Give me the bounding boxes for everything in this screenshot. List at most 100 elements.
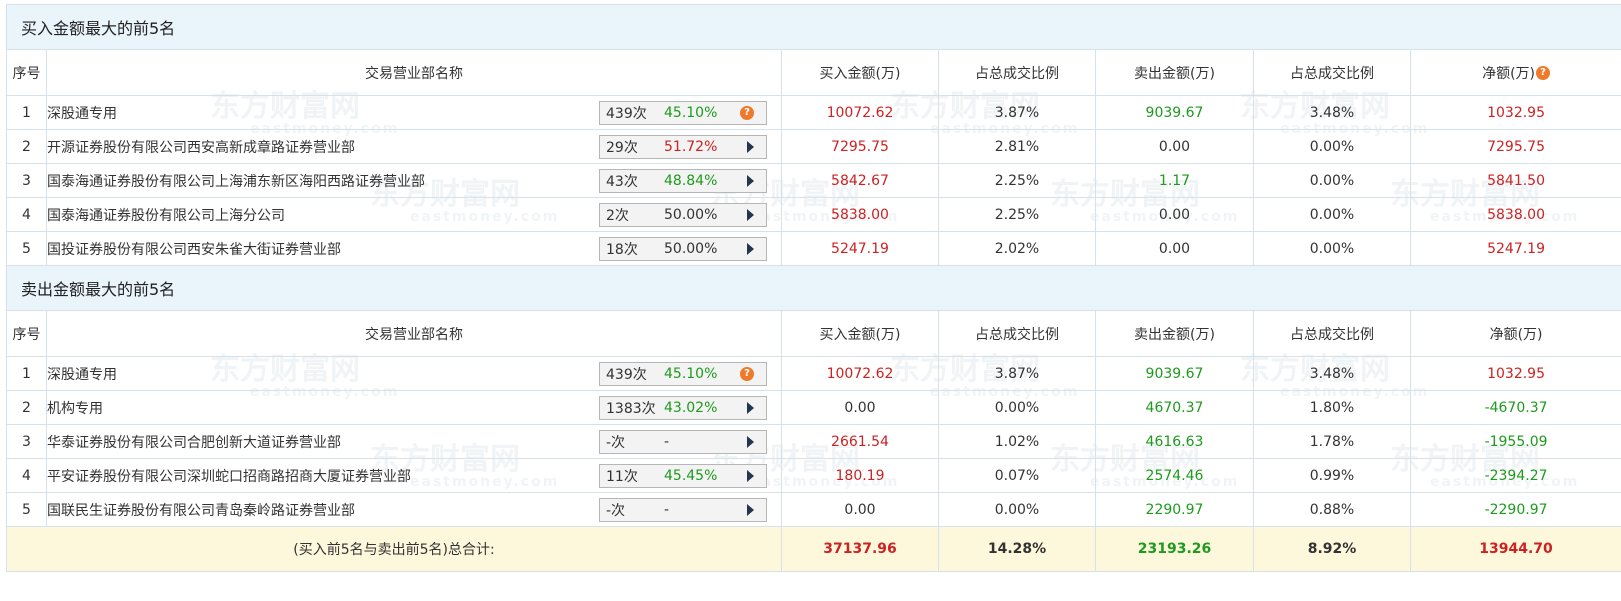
buy-amount: 10072.62 bbox=[781, 95, 939, 130]
branch-name[interactable]: 国投证券股份有限公司西安朱雀大街证券营业部 bbox=[48, 239, 342, 259]
header-branch-name: 交易营业部名称 bbox=[46, 49, 782, 96]
branch-name[interactable]: 平安证券股份有限公司深圳蛇口招商路招商大厦证券营业部 bbox=[48, 466, 412, 486]
branch-name[interactable]: 国泰海通证券股份有限公司上海分公司 bbox=[48, 205, 286, 225]
total-sell-amount: 23193.26 bbox=[1095, 526, 1254, 572]
total-sell-amount-value: 23193.26 bbox=[1137, 541, 1212, 557]
table-row: 5 国投证券股份有限公司西安朱雀大街证券营业部 18次 50.00% 5247.19 2.… bbox=[6, 231, 1621, 266]
header-index: 序号 bbox=[6, 49, 47, 96]
play-arrow-icon[interactable] bbox=[747, 503, 754, 516]
buy-amount: 10072.62 bbox=[781, 356, 939, 391]
header-net-amount: 净额(万)? bbox=[1409, 49, 1621, 96]
listing-rise-pct: 43.02% bbox=[664, 399, 718, 416]
total-sell-ratio-value: 8.92% bbox=[1307, 541, 1357, 557]
branch-name-cell: 国泰海通证券股份有限公司上海分公司 2次 50.00% bbox=[46, 197, 782, 232]
buy-section-title-row: 买入金额最大的前5名 bbox=[5, 4, 1621, 50]
play-arrow-icon[interactable] bbox=[747, 208, 754, 221]
help-icon[interactable]: ? bbox=[1536, 65, 1551, 80]
row-index: 3 bbox=[6, 163, 47, 198]
buy-amount: 5838.00 bbox=[781, 197, 939, 232]
branch-name-cell: 国联民生证券股份有限公司青岛秦岭路证券营业部 -次 - bbox=[46, 492, 782, 527]
sell-ratio: 1.80% bbox=[1253, 390, 1411, 425]
listing-rise-pct: 48.84% bbox=[664, 172, 718, 189]
header-sell-ratio: 占总成交比例 bbox=[1253, 310, 1411, 357]
row-index: 5 bbox=[6, 231, 47, 266]
play-arrow-icon[interactable] bbox=[747, 435, 754, 448]
header-branch-name-label: 交易营业部名称 bbox=[365, 326, 463, 343]
column-header-row: 序号 交易营业部名称 买入金额(万) 占总成交比例 卖出金额(万) 占总成交比例 净额(万)… bbox=[6, 49, 1621, 96]
play-arrow-icon[interactable] bbox=[747, 469, 754, 482]
listing-stat-box[interactable]: 43次 48.84% bbox=[599, 168, 767, 193]
table-row: 1 深股通专用 439次 45.10%? 10072.62 3.87% 9039.67 3.4… bbox=[6, 95, 1621, 130]
header-sell-ratio-label: 占总成交比例 bbox=[1290, 326, 1374, 343]
buy-amount: 7295.75 bbox=[781, 129, 939, 164]
listing-count: 43次 bbox=[606, 173, 638, 190]
branch-name-cell: 国投证券股份有限公司西安朱雀大街证券营业部 18次 50.00% bbox=[46, 231, 782, 266]
header-sell-amount-label: 卖出金额(万) bbox=[1134, 326, 1215, 343]
total-row: (买入前5名与卖出前5名)总合计: 37137.96 14.28% 23193.26 8… bbox=[6, 526, 1621, 572]
sell-amount: 4616.63 bbox=[1095, 424, 1254, 459]
branch-name[interactable]: 国联民生证券股份有限公司青岛秦岭路证券营业部 bbox=[48, 500, 356, 520]
listing-stat-box[interactable]: -次 - bbox=[599, 429, 767, 454]
branch-name-cell: 开源证券股份有限公司西安高新成章路证券营业部 29次 51.72% bbox=[46, 129, 782, 164]
listing-stat-box[interactable]: -次 - bbox=[599, 497, 767, 522]
help-icon[interactable]: ? bbox=[740, 105, 754, 120]
net-amount: 5841.50 bbox=[1409, 163, 1621, 198]
branch-name-cell: 深股通专用 439次 45.10%? bbox=[46, 95, 782, 130]
triangle-shape bbox=[747, 242, 754, 255]
net-amount: -2290.97 bbox=[1409, 492, 1621, 527]
header-sell-amount: 卖出金额(万) bbox=[1095, 49, 1254, 96]
header-buy-amount: 买入金额(万) bbox=[781, 310, 939, 357]
branch-name[interactable]: 机构专用 bbox=[48, 398, 104, 418]
branch-name[interactable]: 深股通专用 bbox=[48, 364, 118, 384]
header-index-label: 序号 bbox=[12, 65, 41, 82]
play-arrow-icon[interactable] bbox=[747, 140, 754, 153]
listing-stat-box[interactable]: 1383次 43.02% bbox=[599, 395, 767, 420]
header-branch-name: 交易营业部名称 bbox=[46, 310, 782, 357]
branch-name[interactable]: 开源证券股份有限公司西安高新成章路证券营业部 bbox=[48, 137, 356, 157]
triangle-shape bbox=[747, 208, 754, 221]
row-index: 1 bbox=[6, 95, 47, 130]
play-arrow-icon[interactable] bbox=[747, 242, 754, 255]
listing-rise-pct: - bbox=[664, 501, 670, 518]
play-arrow-icon[interactable] bbox=[747, 401, 754, 414]
listing-rise-pct: 50.00% bbox=[664, 240, 718, 257]
branch-name-inner: 华泰证券股份有限公司合肥创新大道证券营业部 -次 - bbox=[48, 426, 781, 458]
triangle-shape bbox=[747, 435, 754, 448]
listing-rise-pct: 45.45% bbox=[664, 467, 718, 484]
net-amount: 1032.95 bbox=[1409, 356, 1621, 391]
buy-ratio: 3.87% bbox=[938, 356, 1096, 391]
listing-count: 11次 bbox=[606, 468, 638, 485]
section-title: 卖出金额最大的前5名 bbox=[5, 265, 1621, 311]
sell-ratio: 0.99% bbox=[1253, 458, 1411, 493]
table-row: 4 国泰海通证券股份有限公司上海分公司 2次 50.00% 5838.00 2.25% 0.… bbox=[6, 197, 1621, 232]
sell-ratio: 3.48% bbox=[1253, 356, 1411, 391]
listing-stat-box[interactable]: 439次 45.10%? bbox=[599, 100, 767, 125]
branch-name-inner: 深股通专用 439次 45.10%? bbox=[48, 97, 781, 129]
branch-name[interactable]: 深股通专用 bbox=[48, 103, 118, 123]
listing-stat-box[interactable]: 29次 51.72% bbox=[599, 134, 767, 159]
help-icon[interactable]: ? bbox=[740, 366, 754, 381]
listing-stat-box[interactable]: 11次 45.45% bbox=[599, 463, 767, 488]
total-buy-ratio-value: 14.28% bbox=[987, 541, 1047, 557]
header-index-label: 序号 bbox=[12, 326, 41, 343]
buy-amount: 5247.19 bbox=[781, 231, 939, 266]
branch-name-cell: 国泰海通证券股份有限公司上海浦东新区海阳西路证券营业部 43次 48.84% bbox=[46, 163, 782, 198]
listing-stat-box[interactable]: 2次 50.00% bbox=[599, 202, 767, 227]
branch-name[interactable]: 华泰证券股份有限公司合肥创新大道证券营业部 bbox=[48, 432, 342, 452]
total-buy-amount: 37137.96 bbox=[781, 526, 939, 572]
table-row: 3 华泰证券股份有限公司合肥创新大道证券营业部 -次 - 2661.54 1.02% 461… bbox=[6, 424, 1621, 459]
column-header-row: 序号 交易营业部名称 买入金额(万) 占总成交比例 卖出金额(万) 占总成交比例 净额(万) bbox=[6, 310, 1621, 357]
listing-stat-box[interactable]: 18次 50.00% bbox=[599, 236, 767, 261]
header-sell-ratio: 占总成交比例 bbox=[1253, 49, 1411, 96]
listing-count: 29次 bbox=[606, 139, 638, 156]
net-amount: -4670.37 bbox=[1409, 390, 1621, 425]
net-amount: 5838.00 bbox=[1409, 197, 1621, 232]
branch-name[interactable]: 国泰海通证券股份有限公司上海浦东新区海阳西路证券营业部 bbox=[48, 171, 426, 191]
play-arrow-icon[interactable] bbox=[747, 174, 754, 187]
header-buy-amount: 买入金额(万) bbox=[781, 49, 939, 96]
branch-name-inner: 国联民生证券股份有限公司青岛秦岭路证券营业部 -次 - bbox=[48, 494, 781, 526]
sell-amount: 0.00 bbox=[1095, 129, 1254, 164]
header-sell-amount: 卖出金额(万) bbox=[1095, 310, 1254, 357]
listing-stat-box[interactable]: 439次 45.10%? bbox=[599, 361, 767, 386]
row-index: 5 bbox=[6, 492, 47, 527]
